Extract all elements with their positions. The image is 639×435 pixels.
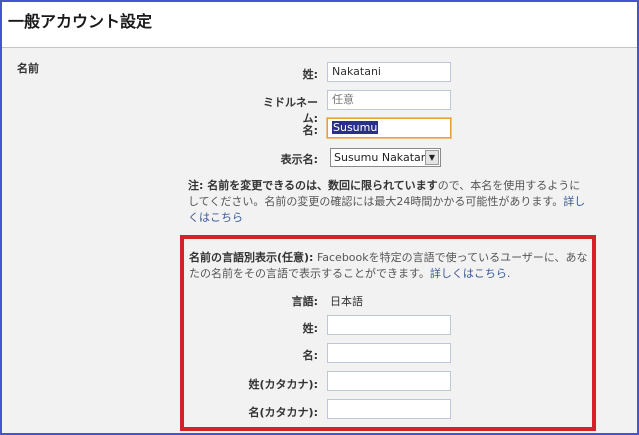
screenshot-frame — [0, 0, 639, 435]
